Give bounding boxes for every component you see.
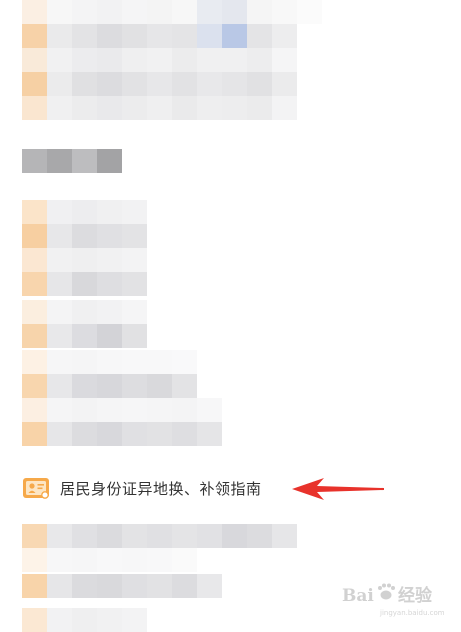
watermark-brand: Bai (342, 586, 374, 606)
blurred-row-8 (22, 272, 147, 296)
blurred-row-17 (22, 574, 222, 598)
blurred-row-0 (22, 0, 322, 24)
blurred-row-9 (22, 300, 147, 324)
list-item-label: 居民身份证异地换、补领指南 (60, 479, 262, 498)
blurred-row-2 (22, 48, 297, 72)
baidu-jingyan-watermark: Bai 经验 jingyan.baidu.com (342, 583, 445, 617)
blurred-row-3 (22, 72, 297, 96)
blurred-row-12 (22, 374, 197, 398)
blurred-row-4 (22, 96, 297, 120)
watermark-brand-suffix: 经验 (398, 585, 433, 606)
blurred-row-1 (22, 24, 297, 48)
red-arrow-icon (292, 478, 384, 500)
blurred-row-13 (22, 398, 222, 422)
blurred-row-6 (22, 224, 147, 248)
blurred-row-11 (22, 350, 197, 374)
blurred-row-15 (22, 524, 297, 548)
id-card-icon (23, 478, 49, 499)
paw-icon (378, 583, 395, 600)
blurred-row-10 (22, 324, 147, 348)
blurred-row-7 (22, 248, 147, 272)
blurred-row-5 (22, 200, 147, 224)
list-item-id-card-guide[interactable]: 居民身份证异地换、补领指南 (22, 472, 322, 504)
blurred-section-header (22, 149, 122, 173)
blurred-row-14 (22, 422, 222, 446)
watermark-url: jingyan.baidu.com (379, 609, 445, 617)
blurred-row-18 (22, 608, 147, 632)
blurred-row-16 (22, 548, 197, 572)
